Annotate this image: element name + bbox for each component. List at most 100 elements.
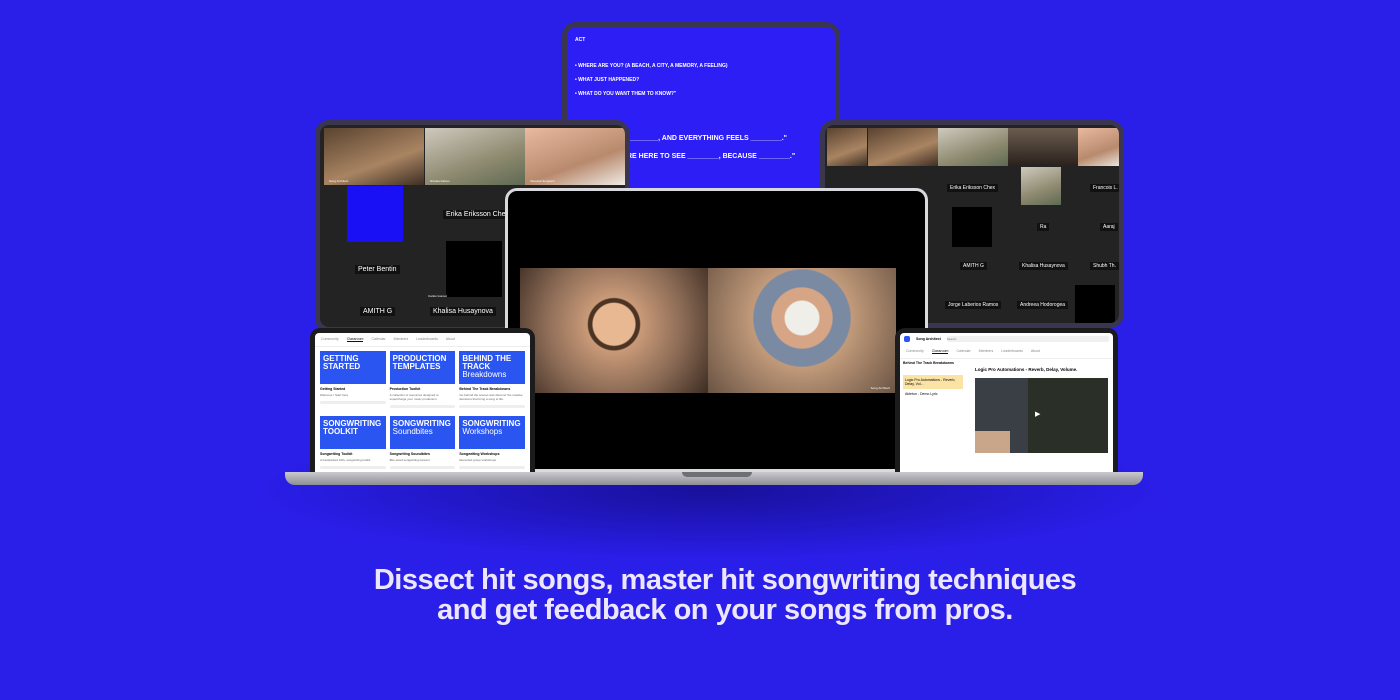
course-title: Songwriting Workshops — [459, 452, 500, 456]
nav-tabs: Community Classroom Calendar Members Lea… — [900, 345, 1113, 359]
participant-video — [1078, 128, 1119, 166]
participant-name: Shubh Th. — [1090, 262, 1119, 270]
search-input[interactable] — [946, 336, 1109, 342]
course-card[interactable]: SONGWRITING Workshops Songwriting Workshop… — [459, 416, 525, 472]
participant-name: AMITH G — [960, 262, 987, 270]
courses-laptop: Community Classroom Calendar Members Lea… — [310, 328, 535, 472]
participant-video — [952, 207, 992, 247]
participant-video — [1075, 285, 1115, 323]
course-card[interactable]: BEHIND THE TRACK Breakdowns Behind The Tra… — [459, 351, 525, 412]
course-title: Getting Started — [320, 387, 346, 391]
participant-video: Nicolas Falcon — [425, 128, 525, 185]
participant-name: Carlos Gomez — [428, 294, 448, 298]
participant-name: Ra — [1037, 223, 1050, 231]
nav-tabs: Community Classroom Calendar Members Lea… — [315, 333, 530, 347]
participant-name: Nicolas Falcon — [430, 179, 450, 183]
tab-about[interactable]: About — [1031, 349, 1040, 354]
lesson-item-active[interactable]: Logic Pro Automations - Reverb, Delay, V… — [903, 375, 963, 389]
banner-title: PRODUCTION TEMPLATES — [392, 354, 447, 371]
course-description: Go behind the scenes and discover the cr… — [459, 393, 523, 401]
tab-members[interactable]: Members — [979, 349, 994, 354]
participant-name: Peter Bentin — [355, 265, 400, 274]
slide-tag: ACT — [575, 37, 586, 43]
banner-subtitle: Breakdowns — [462, 370, 507, 379]
question: WHAT DO YOU WANT THEM TO KNOW?" — [575, 91, 827, 97]
participant-name: Andreea Hodorogea — [1017, 301, 1069, 309]
course-title: Songwriting Toolkit — [320, 452, 353, 456]
lesson-item[interactable]: Ableton - Demo Lyric — [903, 389, 963, 399]
participant-video — [446, 241, 502, 297]
tab-about[interactable]: About — [446, 337, 455, 342]
progress-bar — [459, 466, 525, 469]
course-banner: SONGWRITING Soundbites — [389, 416, 456, 449]
banner-subtitle: Soundbites — [392, 427, 433, 436]
course-card[interactable]: PRODUCTION TEMPLATES Production Toolkit A … — [389, 351, 456, 412]
tab-calendar[interactable]: Calendar — [371, 337, 385, 342]
participant-name: Aaraj — [1100, 223, 1118, 231]
course-banner: GETTING STARTED — [320, 351, 386, 384]
course-title: Songwriting Soundbites — [389, 452, 430, 456]
course-card[interactable]: SONGWRITING TOOLKIT Songwriting Toolkit A … — [320, 416, 386, 472]
group-name[interactable]: Song Architect — [916, 337, 941, 341]
course-title: Production Toolkit — [389, 387, 421, 391]
participant-video — [827, 128, 867, 166]
lesson-sidebar: Behind The Track Breakdowns Logic Pro Au… — [903, 361, 963, 399]
participant-video — [1008, 128, 1078, 166]
progress-bar — [320, 466, 386, 469]
course-banner: PRODUCTION TEMPLATES — [389, 351, 456, 384]
question: WHAT JUST HAPPENED? — [575, 77, 827, 83]
participant-name: Jorge Laberios Ramos — [945, 301, 1002, 309]
progress-bar — [389, 405, 456, 408]
tab-classroom[interactable]: Classroom — [346, 337, 364, 342]
laptop-notch — [682, 472, 752, 477]
tab-calendar[interactable]: Calendar — [956, 349, 970, 354]
module-title: Behind The Track Breakdowns — [903, 361, 954, 365]
tab-classroom[interactable]: Classroom — [931, 349, 949, 354]
fill-line: RE HERE TO SEE ________, BECAUSE _______… — [627, 153, 796, 160]
instructor-cam — [975, 431, 1010, 453]
host-video-right: Song Architect — [708, 268, 896, 393]
play-icon[interactable]: ▶ — [1035, 410, 1040, 418]
tab-leaderboards[interactable]: Leaderboards — [1001, 349, 1023, 354]
participant-video — [1021, 167, 1061, 205]
courses-screen: Community Classroom Calendar Members Lea… — [315, 333, 530, 472]
tab-community[interactable]: Community — [906, 349, 924, 354]
banner-title: BEHIND THE TRACK — [462, 354, 512, 371]
top-bar: Song Architect — [900, 333, 1113, 345]
course-card[interactable]: GETTING STARTED Getting Started Welcome / … — [320, 351, 386, 412]
banner-subtitle: Workshops — [462, 427, 503, 436]
logo-avatar — [347, 186, 403, 242]
headline: Dissect hit songs, master hit songwritin… — [0, 565, 1400, 625]
tab-members[interactable]: Members — [394, 337, 409, 342]
main-laptop: Song Architect — [505, 188, 928, 472]
lesson-video-player[interactable]: ▶ — [975, 378, 1108, 453]
participant-video — [938, 128, 1008, 166]
lesson-screen: Song Architect Community Classroom Calen… — [900, 333, 1113, 472]
participant-name: AMITH G — [360, 307, 396, 316]
participant-name: Erika Eriksson Chex — [443, 210, 513, 219]
course-banner: BEHIND THE TRACK Breakdowns — [459, 351, 525, 384]
question: WHERE ARE YOU? (A BEACH, A CITY, A MEMOR… — [575, 63, 827, 69]
course-description: Welcome / Start here — [320, 393, 349, 397]
course-description: A handpicked 100+ songwriting toolkit — [320, 458, 371, 462]
video-label: Song Architect — [870, 386, 890, 390]
tab-leaderboards[interactable]: Leaderboards — [416, 337, 438, 342]
course-card[interactable]: SONGWRITING Soundbites Songwriting Soundbi… — [389, 416, 456, 472]
participant-name: Erika Eriksson Chex — [947, 184, 999, 192]
course-description: Recorded group workshops — [459, 458, 497, 462]
participant-video: Song Architect — [324, 128, 424, 185]
tab-community[interactable]: Community — [321, 337, 339, 342]
host-video-left — [520, 268, 708, 393]
lesson-title: Logic Pro Automations - Reverb, Delay, V… — [975, 367, 1078, 372]
course-title: Behind The Track Breakdowns — [459, 387, 511, 391]
participant-video: Vanessa Sergeant — [525, 128, 625, 185]
banner-title: GETTING STARTED — [323, 354, 361, 371]
fill-line: ________, AND EVERYTHING FEELS ________.… — [627, 135, 787, 142]
course-description: Bite-sized songwriting lessons — [389, 458, 430, 462]
course-description: A collection of resources designed to su… — [389, 393, 439, 401]
participant-name: Song Architect — [329, 179, 349, 183]
participant-video — [868, 128, 938, 166]
headline-line-1: Dissect hit songs, master hit songwritin… — [373, 564, 1077, 596]
progress-bar — [389, 466, 456, 469]
group-logo-icon — [904, 336, 910, 342]
